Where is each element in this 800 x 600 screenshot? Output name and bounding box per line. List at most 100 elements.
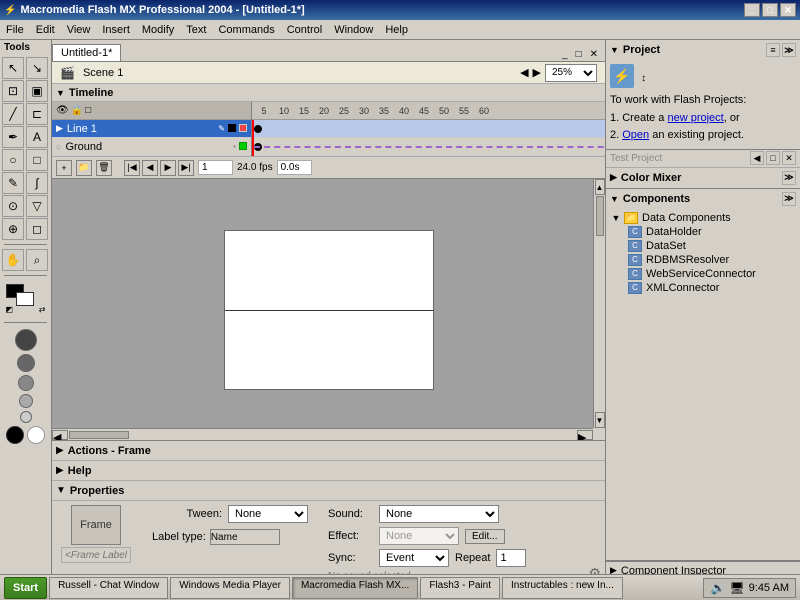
tool-bucket[interactable]: ▽ <box>26 195 48 217</box>
label-type-input[interactable] <box>210 529 280 545</box>
frame-row-ground[interactable] <box>252 138 605 156</box>
tool-brush[interactable]: ∫ <box>26 172 48 194</box>
tree-item-dataset[interactable]: C DataSet <box>608 239 798 253</box>
color-mixer-header[interactable]: ▶ Color Mixer ≫ <box>606 168 800 188</box>
doc-restore-btn[interactable]: □ <box>573 48 585 61</box>
minimize-button[interactable]: _ <box>744 3 760 17</box>
tree-item-data-components[interactable]: ▼ 📁 Data Components <box>608 211 798 225</box>
menu-view[interactable]: View <box>61 22 97 38</box>
prev-scene-btn[interactable]: ◀ <box>520 66 528 79</box>
menu-control[interactable]: Control <box>281 22 328 38</box>
project-options-btn[interactable]: ≫ <box>782 43 796 57</box>
menu-modify[interactable]: Modify <box>136 22 180 38</box>
tool-pencil[interactable]: ✎ <box>2 172 24 194</box>
next-scene-btn[interactable]: ▶ <box>533 66 541 79</box>
repeat-input[interactable] <box>496 549 526 567</box>
option-btn3[interactable] <box>18 375 34 391</box>
menu-insert[interactable]: Insert <box>96 22 136 38</box>
scrollbar-vertical[interactable]: ▲ ▼ <box>593 179 605 428</box>
tree-item-rdbms[interactable]: C RDBMSResolver <box>608 253 798 267</box>
tool-hand[interactable]: ✋ <box>2 249 24 271</box>
zoom-select[interactable]: 25% 50% 100% <box>545 64 597 82</box>
default-colors-icon[interactable]: ◩ <box>6 305 14 314</box>
frame-row-line1[interactable] <box>252 120 605 138</box>
fill-color[interactable] <box>16 292 34 306</box>
layer-pencil-icon[interactable]: ✎ <box>218 124 225 133</box>
menu-text[interactable]: Text <box>180 22 212 38</box>
help-expand-btn[interactable]: ▶ <box>52 465 68 476</box>
tool-gradient[interactable]: ▣ <box>26 80 48 102</box>
tool-lasso[interactable]: ⊏ <box>26 103 48 125</box>
tree-item-dataholder[interactable]: C DataHolder <box>608 225 798 239</box>
doc-close-btn[interactable]: ✕ <box>587 48 601 61</box>
test-btn3[interactable]: ✕ <box>782 151 796 165</box>
scrollbar-v-thumb[interactable] <box>596 196 604 236</box>
menu-file[interactable]: File <box>0 22 30 38</box>
scroll-left-btn[interactable]: ◀ <box>52 430 68 440</box>
taskbar-item-paint[interactable]: Flash3 - Paint <box>420 577 500 599</box>
tool-rect[interactable]: □ <box>26 149 48 171</box>
maximize-button[interactable]: □ <box>762 3 778 17</box>
frame-label-input[interactable] <box>61 547 131 563</box>
scroll-down-btn[interactable]: ▼ <box>595 412 605 428</box>
time-display[interactable] <box>277 160 312 175</box>
delete-layer-btn[interactable]: 🗑 <box>96 160 112 176</box>
play-btn[interactable]: ▶ <box>160 160 176 176</box>
effect-select[interactable]: None <box>379 527 459 545</box>
tween-select[interactable]: None Motion Shape <box>228 505 308 523</box>
canvas-area[interactable]: ◀ ▶ ▲ ▼ <box>52 179 605 440</box>
start-button[interactable]: Start <box>4 577 47 599</box>
expand-data-components-icon[interactable]: ▼ <box>610 212 622 224</box>
close-button[interactable]: ✕ <box>780 3 796 17</box>
tree-item-webservice[interactable]: C WebServiceConnector <box>608 267 798 281</box>
doc-minimize-btn[interactable]: _ <box>559 48 571 61</box>
doc-tab-untitled[interactable]: Untitled-1* <box>52 44 121 61</box>
add-folder-btn[interactable]: 📁 <box>76 160 92 176</box>
open-project-link[interactable]: Open <box>622 129 649 141</box>
layer-row-line1[interactable]: ▶ Line 1 ✎ <box>52 120 251 138</box>
tree-item-xmlconnector[interactable]: C XMLConnector <box>608 281 798 295</box>
white-circle-btn[interactable] <box>27 426 45 444</box>
scrollbar-horizontal[interactable]: ◀ ▶ <box>52 428 593 440</box>
tool-pen[interactable]: ✒ <box>2 126 24 148</box>
taskbar-item-flash[interactable]: Macromedia Flash MX... <box>292 577 418 599</box>
tool-freetransform[interactable]: ⊡ <box>2 80 24 102</box>
tool-arrow[interactable]: ↖ <box>2 57 24 79</box>
tool-line[interactable]: ╱ <box>2 103 24 125</box>
timeline-collapse-btn[interactable]: ▼ <box>56 88 65 98</box>
scrollbar-h-thumb[interactable] <box>69 431 129 439</box>
project-icon-btn1[interactable]: ≡ <box>766 43 780 57</box>
option-btn1[interactable] <box>15 329 37 351</box>
components-header[interactable]: ▼ Components ≫ <box>606 189 800 209</box>
scroll-up-btn[interactable]: ▲ <box>595 179 605 195</box>
test-btn2[interactable]: □ <box>766 151 780 165</box>
menu-commands[interactable]: Commands <box>212 22 280 38</box>
frame-start-btn[interactable]: |◀ <box>124 160 140 176</box>
tool-oval[interactable]: ○ <box>2 149 24 171</box>
menu-window[interactable]: Window <box>328 22 379 38</box>
new-project-link[interactable]: new project <box>667 112 723 124</box>
taskbar-item-russell[interactable]: Russell - Chat Window <box>49 577 168 599</box>
menu-edit[interactable]: Edit <box>30 22 61 38</box>
project-header[interactable]: ▼ Project ≡ ≫ <box>606 40 800 60</box>
tool-zoom[interactable]: ⌕ <box>26 249 48 271</box>
taskbar-item-instructables[interactable]: Instructables : new In... <box>502 577 623 599</box>
add-layer-btn[interactable]: + <box>56 160 72 176</box>
sync-select[interactable]: Event Start Stop Stream <box>379 549 449 567</box>
taskbar-item-media[interactable]: Windows Media Player <box>170 577 290 599</box>
components-options-btn[interactable]: ≫ <box>782 192 796 206</box>
layer-row-ground[interactable]: ○ Ground • <box>52 138 251 156</box>
sound-select[interactable]: None <box>379 505 499 523</box>
frame-back-btn[interactable]: ◀ <box>142 160 158 176</box>
option-btn4[interactable] <box>19 394 33 408</box>
tool-eyedropper[interactable]: ⊕ <box>2 218 24 240</box>
tool-eraser[interactable]: ◻ <box>26 218 48 240</box>
project-sort-icon[interactable]: ↕ <box>641 73 646 84</box>
color-mixer-options-btn[interactable]: ≫ <box>782 171 796 185</box>
scroll-right-btn[interactable]: ▶ <box>577 430 593 440</box>
frame-fwd-btn[interactable]: ▶| <box>178 160 194 176</box>
tool-subselect[interactable]: ↘ <box>26 57 48 79</box>
effect-edit-btn[interactable]: Edit... <box>465 529 505 544</box>
tool-text[interactable]: A <box>26 126 48 148</box>
tool-inkbottle[interactable]: ⊙ <box>2 195 24 217</box>
